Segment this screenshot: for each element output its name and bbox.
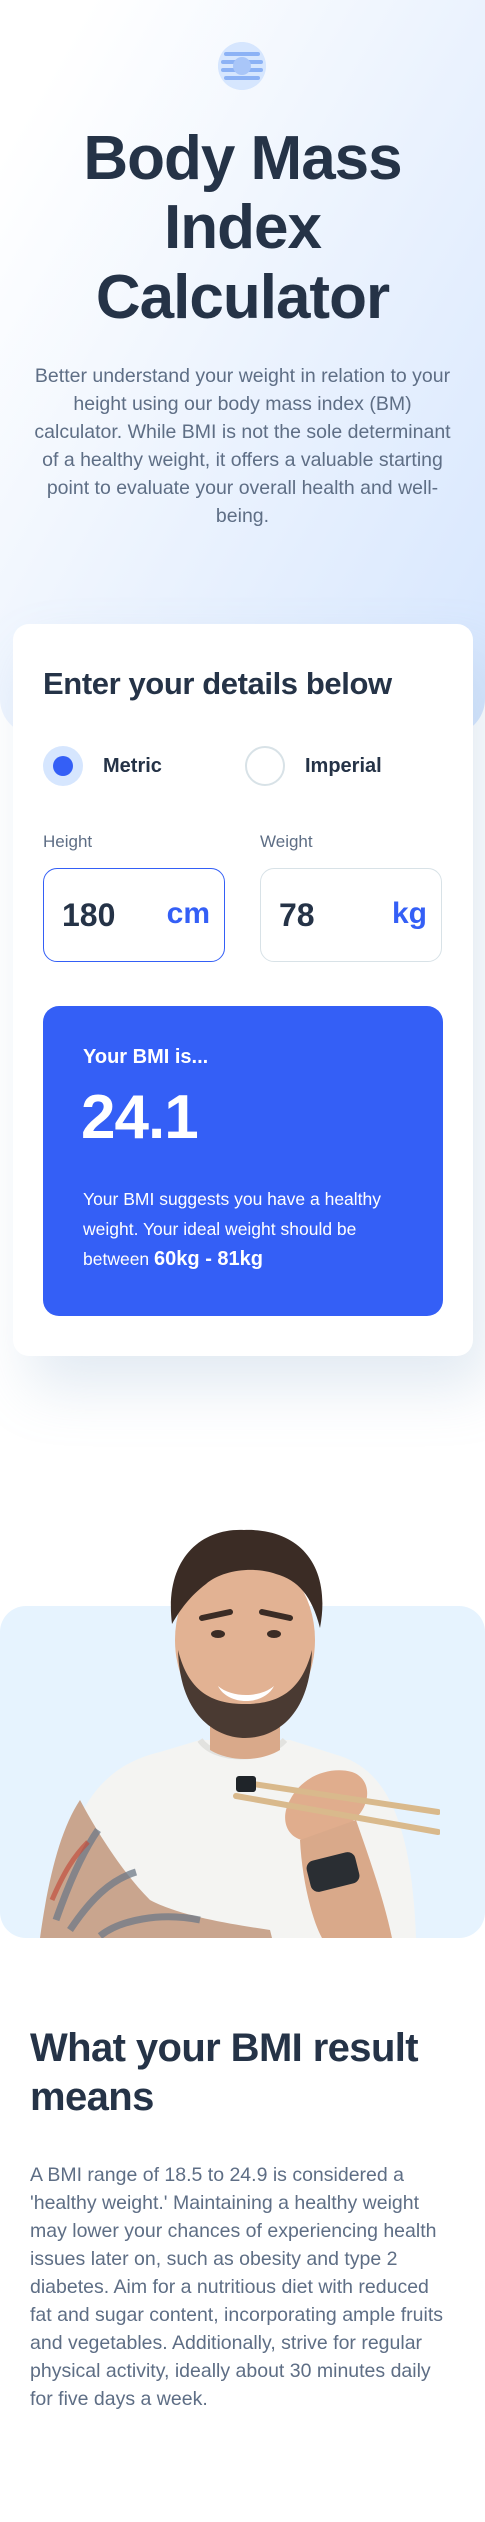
ideal-weight-range: 60kg - 81kg — [154, 1248, 263, 1270]
result-heading: Your BMI is... — [83, 1046, 209, 1068]
imperial-radio-button[interactable] — [245, 746, 285, 786]
height-label: Height — [43, 832, 93, 851]
intro-text: Better understand your weight in relatio… — [34, 365, 451, 527]
bmi-meaning-text: A BMI range of 18.5 to 24.9 is considere… — [30, 2164, 443, 2410]
weight-input[interactable]: 78 kg — [260, 868, 442, 962]
imperial-radio-label: Imperial — [305, 754, 382, 777]
bmi-value: 24.1 — [81, 1083, 199, 1152]
metric-radio-button[interactable] — [43, 746, 83, 786]
bmi-result-panel: Your BMI is... 24.1 Your BMI suggests yo… — [43, 1006, 443, 1316]
height-value: 180 — [62, 897, 116, 933]
bmi-logo-icon — [218, 42, 266, 90]
result-description: Your BMI suggests you have a healthy wei… — [83, 1184, 413, 1274]
man-eating-with-chopsticks-photo — [40, 1529, 440, 1938]
calculator-card: Enter your details below Metric Imperial… — [13, 624, 473, 1356]
height-input[interactable]: 180 cm — [43, 868, 225, 962]
metric-radio-label: Metric — [103, 754, 162, 777]
weight-label: Weight — [260, 832, 313, 851]
imperial-radio-option[interactable]: Imperial — [245, 746, 382, 786]
height-unit: cm — [166, 897, 210, 930]
metric-radio-option[interactable]: Metric — [43, 746, 162, 786]
bmi-meaning-title: What your BMI result means — [30, 2026, 419, 2119]
weight-unit: kg — [391, 897, 427, 930]
calculator-title: Enter your details below — [43, 666, 392, 701]
page-title: Body Mass Index Calculator — [83, 124, 402, 332]
weight-value: 78 — [279, 897, 315, 933]
